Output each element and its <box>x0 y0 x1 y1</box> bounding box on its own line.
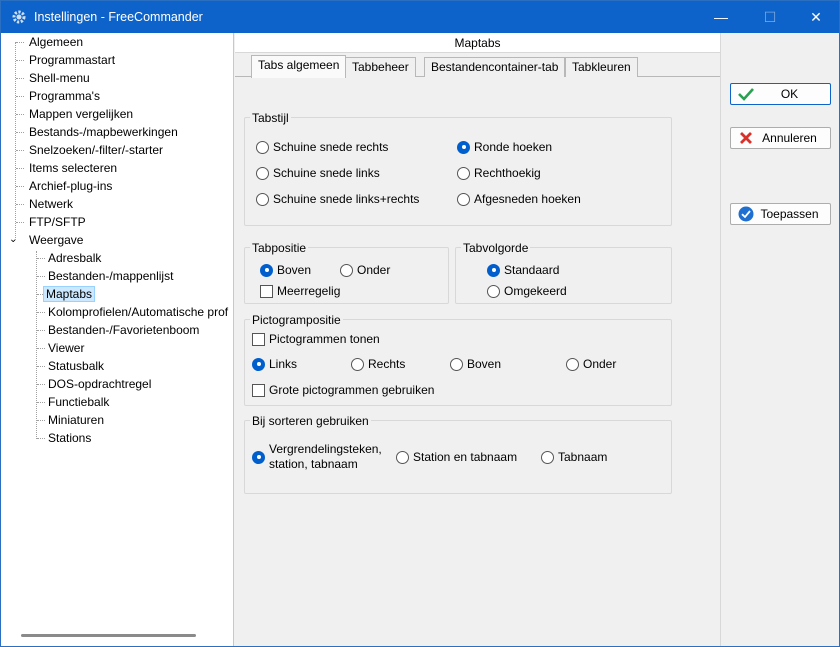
tree-item-favorietenboom[interactable]: Bestanden-/Favorietenboom <box>48 321 199 339</box>
group-title-tabpositie: Tabpositie <box>250 241 309 255</box>
tree-item-functiebalk[interactable]: Functiebalk <box>48 393 109 411</box>
settings-window: Instellingen - FreeCommander — ☐ ✕ Algem… <box>0 0 840 647</box>
tree-item-bestands-mapbewerkingen[interactable]: Bestands-/mapbewerkingen <box>29 123 178 141</box>
apply-button[interactable]: Toepassen <box>730 203 831 225</box>
minimize-icon: — <box>714 9 728 25</box>
window-title: Instellingen - FreeCommander <box>34 10 203 24</box>
group-title-sorteren: Bij sorteren gebruiken <box>250 414 371 428</box>
tree-item-stations[interactable]: Stations <box>48 429 91 447</box>
radio-afgesneden-hoeken[interactable]: Afgesneden hoeken <box>457 191 581 207</box>
minimize-button[interactable]: — <box>698 1 744 33</box>
radio-schuine-snede-links-rechts[interactable]: Schuine snede links+rechts <box>256 191 419 207</box>
tree-item-kolomprofielen[interactable]: Kolomprofielen/Automatische prof <box>48 303 228 321</box>
group-title-tabstijl: Tabstijl <box>250 111 291 125</box>
tree-item-programmas[interactable]: Programma's <box>29 87 100 105</box>
cancel-button[interactable]: Annuleren <box>730 127 831 149</box>
close-button[interactable]: ✕ <box>793 1 839 33</box>
tab-strip: Tabs algemeen Tabbeheer Bestandencontain… <box>235 53 720 78</box>
tree-item-ftp-sftp[interactable]: FTP/SFTP <box>29 213 86 231</box>
tree-item-adresbalk[interactable]: Adresbalk <box>48 249 101 267</box>
radio-tabnaam[interactable]: Tabnaam <box>541 449 607 465</box>
radio-station-en-tabnaam[interactable]: Station en tabnaam <box>396 449 517 465</box>
button-column: OK Annuleren Toepassen <box>720 33 839 646</box>
radio-schuine-snede-links[interactable]: Schuine snede links <box>256 165 380 181</box>
tree-item-items-selecteren[interactable]: Items selecteren <box>29 159 117 177</box>
group-title-tabvolgorde: Tabvolgorde <box>461 241 531 255</box>
vergrendelingsteken-label: Vergrendelingsteken, station, tabnaam <box>269 442 382 471</box>
radio-links[interactable]: Links <box>252 356 297 372</box>
tree-item-mappen-vergelijken[interactable]: Mappen vergelijken <box>29 105 133 123</box>
tab-tabkleuren[interactable]: Tabkleuren <box>565 57 638 77</box>
settings-tree: Algemeen Programmastart Shell-menu Progr… <box>1 33 234 646</box>
maximize-button[interactable]: ☐ <box>747 1 793 33</box>
main-panel: Maptabs Tabs algemeen Tabbeheer Bestande… <box>235 33 720 646</box>
tree-item-programmastart[interactable]: Programmastart <box>29 51 115 69</box>
tree-item-dos-opdrachtregel[interactable]: DOS-opdrachtregel <box>48 375 151 393</box>
tree-item-bestanden-mappenlijst[interactable]: Bestanden-/mappenlijst <box>48 267 173 285</box>
gear-icon <box>12 10 26 24</box>
ok-button[interactable]: OK <box>730 83 831 105</box>
radio-omgekeerd[interactable]: Omgekeerd <box>487 283 567 299</box>
checkbox-pictogrammen-tonen[interactable]: Pictogrammen tonen <box>252 331 380 347</box>
radio-rechts[interactable]: Rechts <box>351 356 405 372</box>
group-title-pictogrampositie: Pictogrampositie <box>250 313 343 327</box>
page-title: Maptabs <box>235 33 720 53</box>
checkbox-meerregelig[interactable]: Meerregelig <box>260 283 340 299</box>
title-bar: Instellingen - FreeCommander — ☐ ✕ <box>1 1 839 33</box>
tree-item-maptabs[interactable]: Maptabs <box>43 285 96 303</box>
tab-bestandencontainer[interactable]: Bestandencontainer-tab <box>424 57 566 77</box>
radio-schuine-snede-rechts[interactable]: Schuine snede rechts <box>256 139 388 155</box>
check-circle-icon <box>735 206 757 222</box>
tree-item-algemeen[interactable]: Algemeen <box>29 33 83 51</box>
tree-item-shell-menu[interactable]: Shell-menu <box>29 69 90 87</box>
radio-pictogram-onder[interactable]: Onder <box>566 356 616 372</box>
tree-item-netwerk[interactable]: Netwerk <box>29 195 73 213</box>
tree-item-snelzoeken[interactable]: Snelzoeken/-filter/-starter <box>29 141 163 159</box>
tab-tabs-algemeen[interactable]: Tabs algemeen <box>251 55 347 78</box>
chevron-down-icon[interactable]: ⌄ <box>9 231 17 249</box>
checkmark-icon <box>735 87 757 101</box>
tree-item-miniaturen[interactable]: Miniaturen <box>48 411 104 429</box>
radio-standaard[interactable]: Standaard <box>487 262 559 278</box>
horizontal-scrollbar[interactable] <box>21 634 196 637</box>
radio-rechthoekig[interactable]: Rechthoekig <box>457 165 541 181</box>
cross-icon <box>735 131 757 145</box>
radio-ronde-hoeken[interactable]: Ronde hoeken <box>457 139 552 155</box>
maximize-icon: ☐ <box>763 8 777 25</box>
radio-onder[interactable]: Onder <box>340 262 390 278</box>
tree-item-archief-plug-ins[interactable]: Archief-plug-ins <box>29 177 112 195</box>
radio-boven[interactable]: Boven <box>260 262 311 278</box>
tab-tabbeheer[interactable]: Tabbeheer <box>345 57 416 77</box>
tree-item-weergave[interactable]: Weergave <box>29 231 83 249</box>
tree-item-viewer[interactable]: Viewer <box>48 339 84 357</box>
radio-vergrendelingsteken[interactable] <box>252 449 269 465</box>
radio-pictogram-boven[interactable]: Boven <box>450 356 501 372</box>
close-icon: ✕ <box>810 8 822 25</box>
tree-item-statusbalk[interactable]: Statusbalk <box>48 357 104 375</box>
checkbox-grote-pictogrammen[interactable]: Grote pictogrammen gebruiken <box>252 382 434 398</box>
